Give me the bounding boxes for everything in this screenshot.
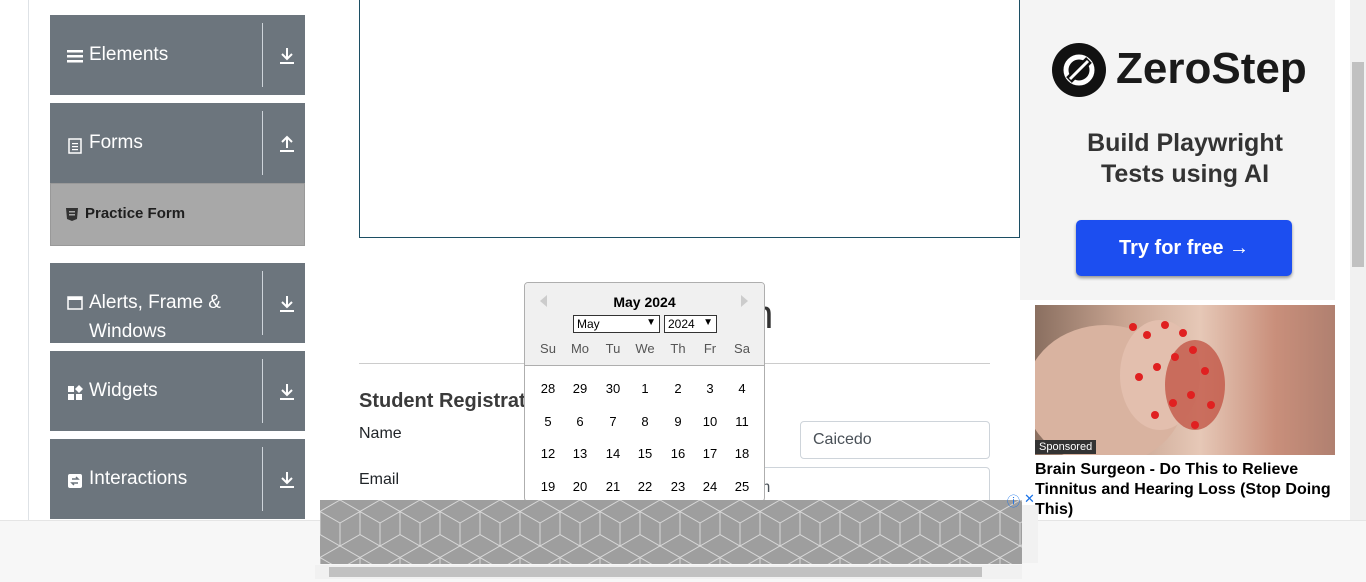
calendar-day[interactable]: 15 — [630, 446, 660, 461]
calendar-day[interactable]: 23 — [663, 479, 693, 494]
sidebar-group-widgets[interactable]: Widgets — [50, 351, 305, 431]
calendar-day[interactable]: 18 — [727, 446, 757, 461]
embedded-frame — [359, 0, 1020, 238]
calendar-day[interactable]: 1 — [630, 381, 660, 396]
divider — [262, 111, 263, 175]
calendar-day[interactable]: 17 — [695, 446, 725, 461]
sponsored-badge: Sponsored — [1035, 440, 1097, 454]
horizontal-scrollbar-thumb[interactable] — [329, 567, 982, 577]
ad-image[interactable] — [1035, 305, 1335, 455]
sidebar-divider — [28, 0, 29, 520]
sidebar-group-alerts[interactable]: Alerts, Frame & Windows — [50, 263, 305, 343]
calendar-day[interactable]: 16 — [663, 446, 693, 461]
chevron-down-icon: ▼ — [646, 317, 656, 328]
calendar-day[interactable]: 19 — [533, 479, 563, 494]
last-name-field[interactable]: Caicedo — [800, 421, 990, 459]
email-label: Email — [359, 471, 400, 488]
weekday-header: We — [635, 341, 655, 356]
weekday-header: Fr — [703, 341, 717, 356]
interactions-icon — [68, 474, 82, 488]
download-icon[interactable] — [276, 469, 298, 491]
calendar-day[interactable]: 7 — [598, 414, 628, 429]
sidebar-item-practice-form[interactable]: Practice Form — [50, 183, 305, 246]
zerostep-logo-icon — [1052, 43, 1106, 97]
sidebar-group-label-line2: Windows — [89, 321, 167, 342]
sidebar-group-label: Forms — [89, 132, 143, 153]
calendar-day[interactable]: 21 — [598, 479, 628, 494]
sidebar-group-label: Interactions — [89, 468, 188, 489]
ad-tagline: Build Playwright Tests using AI — [1040, 128, 1330, 190]
calendar-day[interactable]: 22 — [630, 479, 660, 494]
vertical-scrollbar-thumb[interactable] — [1352, 62, 1364, 267]
ad-headline[interactable]: Brain Surgeon - Do This to Relieve Tinni… — [1035, 460, 1335, 520]
ad-tagline-line1: Build Playwright — [1087, 129, 1283, 157]
sidebar-group-interactions[interactable]: Interactions — [50, 439, 305, 519]
year-select-value: 2024 — [668, 317, 695, 331]
divider — [262, 271, 263, 335]
calendar-day[interactable]: 9 — [663, 414, 693, 429]
calendar-day[interactable]: 8 — [630, 414, 660, 429]
calendar-day[interactable]: 24 — [695, 479, 725, 494]
calendar-day[interactable]: 25 — [727, 479, 757, 494]
sidebar-group-label: Alerts, Frame & — [89, 292, 221, 313]
calendar-day[interactable]: 4 — [727, 381, 757, 396]
next-month-icon[interactable] — [741, 295, 748, 307]
window-icon — [67, 296, 83, 310]
calendar-day[interactable]: 13 — [565, 446, 595, 461]
year-select[interactable]: 2024 ▼ — [664, 315, 717, 333]
sidebar-group-elements[interactable]: Elements — [50, 15, 305, 95]
divider — [262, 359, 263, 423]
bottom-ad-banner[interactable] — [320, 500, 1022, 564]
month-select[interactable]: May ▼ — [573, 315, 660, 333]
sidebar-group-label: Elements — [89, 44, 169, 65]
html5-icon — [66, 208, 78, 221]
widgets-icon — [68, 385, 83, 400]
sidebar-group-forms[interactable]: Forms — [50, 103, 305, 183]
weekday-header: Su — [540, 341, 556, 356]
divider — [262, 23, 263, 87]
calendar-day[interactable]: 5 — [533, 414, 563, 429]
calendar-day[interactable]: 10 — [695, 414, 725, 429]
calendar-day[interactable]: 20 — [565, 479, 595, 494]
chevron-down-icon: ▼ — [703, 317, 713, 328]
date-picker-popup[interactable]: May 2024 May ▼ 2024 ▼ Su Mo Tu We Th Fr … — [524, 282, 765, 502]
calendar-day[interactable]: 3 — [695, 381, 725, 396]
weekday-header: Mo — [570, 341, 590, 356]
form-icon — [68, 138, 82, 154]
download-icon[interactable] — [276, 381, 298, 403]
date-picker-header: May 2024 May ▼ 2024 ▼ Su Mo Tu We Th Fr … — [525, 283, 764, 366]
download-icon[interactable] — [276, 45, 298, 67]
calendar-day[interactable]: 30 — [598, 381, 628, 396]
calendar-day[interactable]: 2 — [663, 381, 693, 396]
calendar-day[interactable]: 14 — [598, 446, 628, 461]
calendar-day[interactable]: 6 — [565, 414, 595, 429]
weekday-header: Th — [670, 341, 686, 356]
try-for-free-button[interactable]: Try for free → — [1076, 220, 1292, 276]
name-label: Name — [359, 425, 402, 442]
calendar-day[interactable]: 28 — [533, 381, 563, 396]
sidebar-item-label: Practice Form — [85, 205, 186, 222]
sidebar-group-label: Widgets — [89, 380, 158, 401]
upload-icon[interactable] — [276, 133, 298, 155]
form-subtitle: Student Registratic — [359, 390, 543, 412]
weekday-header: Sa — [734, 341, 750, 356]
month-select-value: May — [577, 317, 600, 331]
ad-info-icon[interactable]: ⓘ — [1007, 491, 1020, 510]
banner-vertical-scrollbar[interactable] — [1022, 505, 1038, 563]
download-icon[interactable] — [276, 293, 298, 315]
ad-tagline-line2: Tests using AI — [1100, 160, 1270, 188]
divider — [262, 447, 263, 511]
calendar-day[interactable]: 29 — [565, 381, 595, 396]
calendar-day[interactable]: 12 — [533, 446, 563, 461]
ad-brand: ZeroStep — [1116, 44, 1307, 93]
calendar-day[interactable]: 11 — [727, 414, 757, 429]
hamburger-icon — [67, 50, 83, 63]
current-month-title: May 2024 — [613, 294, 676, 310]
weekday-header: Tu — [605, 341, 621, 356]
